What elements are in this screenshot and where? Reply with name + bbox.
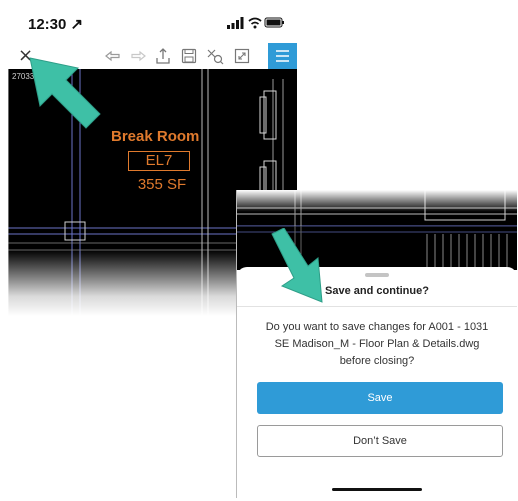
measure-icon[interactable]	[206, 47, 224, 65]
room-code-tag: EL7	[128, 151, 190, 171]
fullscreen-icon[interactable]	[233, 47, 251, 65]
share-icon[interactable]	[154, 47, 172, 65]
status-bar: 12:30 ↗	[8, 0, 297, 43]
annotation-arrow-dialog	[271, 228, 323, 303]
sheet-grab-handle[interactable]	[365, 273, 389, 277]
status-icons	[227, 16, 285, 34]
home-indicator	[332, 488, 422, 491]
room-area-label: 355 SF	[137, 176, 187, 193]
redo-icon[interactable]	[129, 47, 147, 65]
status-time: 12:30 ↗	[28, 16, 84, 33]
save-icon[interactable]	[180, 47, 198, 65]
save-button[interactable]: Save	[257, 382, 503, 414]
menu-button[interactable]	[268, 43, 297, 69]
fade-overlay	[237, 190, 517, 212]
signal-icon	[227, 17, 244, 29]
annotation-arrow-close	[29, 57, 101, 129]
room-code-label: EL7	[145, 152, 173, 169]
battery-icon	[264, 17, 284, 28]
wifi-icon	[248, 17, 262, 29]
dialog-message: Do you want to save changes for A001 - 1…	[265, 321, 489, 367]
menu-icon	[276, 50, 289, 62]
room-name-label: Break Room	[111, 128, 200, 145]
dont-save-button[interactable]: Don’t Save	[257, 425, 503, 457]
